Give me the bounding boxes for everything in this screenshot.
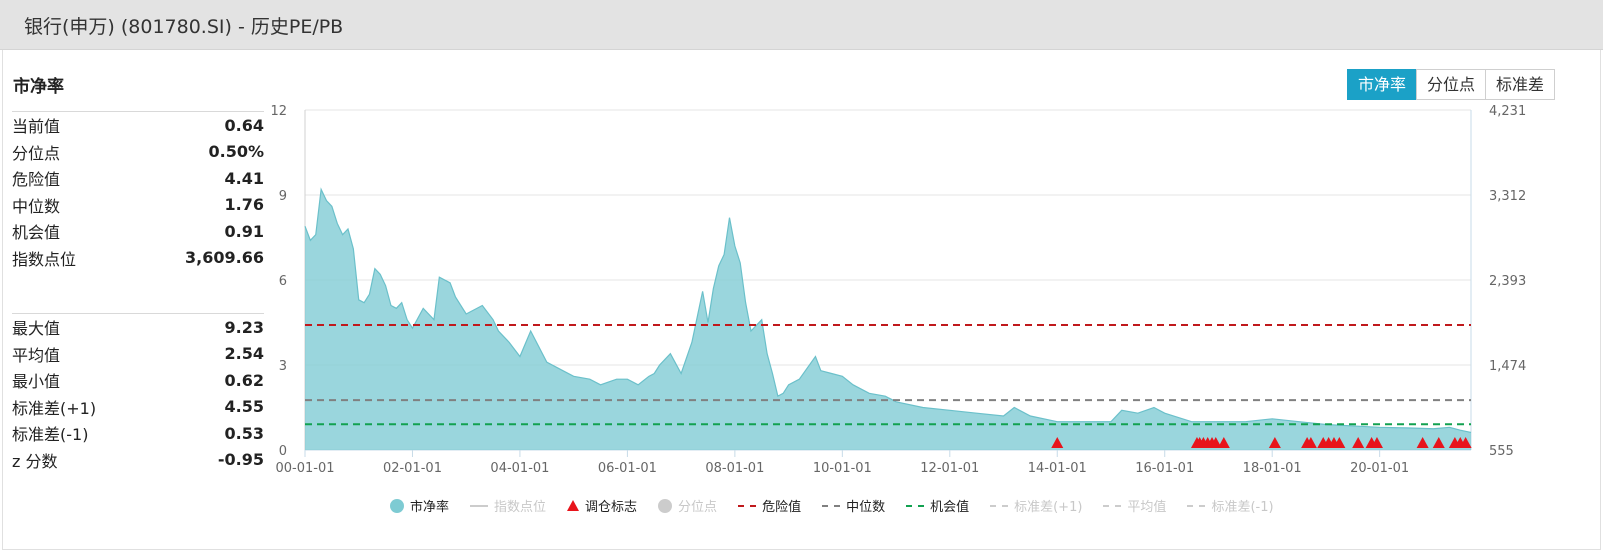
- legend-item-danger[interactable]: 危险值: [738, 496, 801, 515]
- legend-label: 分位点: [678, 500, 718, 515]
- y-tick-label: 0: [279, 444, 287, 459]
- legend-label: 危险值: [762, 500, 802, 515]
- legend-item-std-minus[interactable]: 标准差(-1): [1187, 496, 1274, 515]
- x-tick-label: 14-01-01: [1028, 461, 1087, 476]
- y-tick-label: 6: [279, 274, 287, 289]
- legend-label: 机会值: [930, 500, 970, 515]
- x-tick-label: 18-01-01: [1243, 461, 1302, 476]
- legend-marker-dash-icon: [990, 504, 1009, 507]
- y2-tick-label: 3,312: [1489, 189, 1526, 204]
- y-tick-label: 9: [279, 189, 287, 204]
- legend-label: 标准差(-1): [1211, 500, 1274, 515]
- legend-marker-triangle-icon: [567, 500, 580, 511]
- x-tick-label: 10-01-01: [813, 461, 872, 476]
- legend-marker-dash-icon: [1103, 504, 1122, 507]
- legend-marker-dash-icon: [738, 504, 757, 507]
- legend-label: 中位数: [846, 500, 886, 515]
- legend-marker-line-icon: [470, 504, 489, 507]
- legend-marker-dash-icon: [906, 504, 925, 507]
- legend-item-percentile[interactable]: 分位点: [658, 496, 717, 515]
- x-tick-label: 00-01-01: [275, 461, 334, 476]
- y-tick-label: 12: [270, 104, 287, 119]
- legend-label: 指数点位: [494, 500, 547, 515]
- pb-area: [305, 189, 1471, 451]
- legend-marker-circle-icon: [390, 498, 404, 513]
- legend-label: 市净率: [410, 500, 450, 515]
- x-tick-label: 08-01-01: [705, 461, 764, 476]
- legend-label: 平均值: [1127, 500, 1167, 515]
- y2-tick-label: 4,231: [1489, 104, 1526, 119]
- legend-marker-dash-icon: [1187, 504, 1206, 507]
- y2-tick-label: 555: [1489, 444, 1514, 459]
- x-tick-label: 12-01-01: [920, 461, 979, 476]
- x-tick-label: 20-01-01: [1350, 461, 1409, 476]
- legend-item-pb[interactable]: 市净率: [390, 496, 449, 515]
- legend-item-std-plus[interactable]: 标准差(+1): [990, 496, 1082, 515]
- x-tick-label: 06-01-01: [598, 461, 657, 476]
- y2-tick-label: 1,474: [1489, 359, 1526, 374]
- y-tick-label: 3: [279, 359, 287, 374]
- x-tick-label: 02-01-01: [383, 461, 442, 476]
- legend-item-rebalance[interactable]: 调仓标志: [567, 496, 637, 515]
- legend-item-mean[interactable]: 平均值: [1103, 496, 1166, 515]
- x-tick-label: 16-01-01: [1135, 461, 1194, 476]
- legend-label: 标准差(+1): [1014, 500, 1083, 515]
- y2-tick-label: 2,393: [1489, 274, 1526, 289]
- legend-marker-dash-icon: [822, 504, 841, 507]
- pb-chart: 0 555 3 1,474 6 2,393 9 3,312 12 4,231 00-01-01 02-…: [270, 104, 1526, 476]
- chart-legend: 市净率 指数点位 调仓标志 分位点 危险值 中位数 机会值 标准差(+1) 平均…: [390, 496, 1295, 515]
- legend-label: 调仓标志: [585, 500, 638, 515]
- x-tick-label: 04-01-01: [490, 461, 549, 476]
- legend-item-median[interactable]: 中位数: [822, 496, 885, 515]
- legend-marker-circle-icon: [658, 498, 673, 513]
- legend-item-index-level[interactable]: 指数点位: [470, 496, 546, 515]
- legend-item-opportunity[interactable]: 机会值: [906, 496, 969, 515]
